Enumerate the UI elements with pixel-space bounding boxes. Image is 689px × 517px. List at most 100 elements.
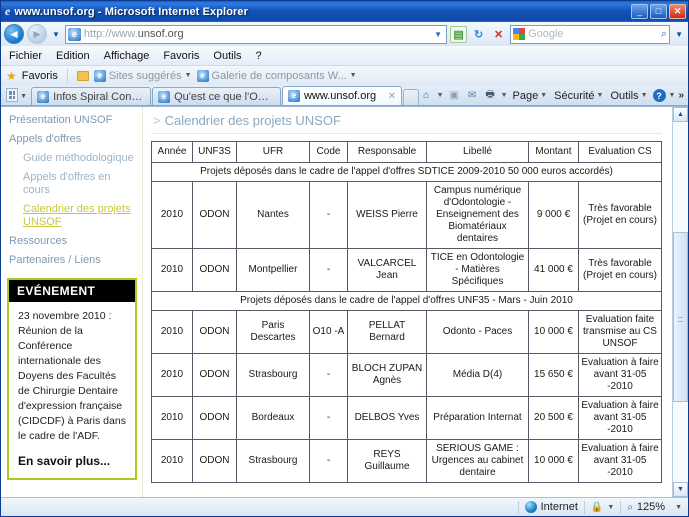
breadcrumb: > Calendrier des projets UNSOF (151, 111, 662, 134)
menu-favoris[interactable]: Favoris (163, 50, 199, 62)
protected-mode[interactable]: 🔒 ▼ (585, 498, 620, 516)
tab-occlusodo[interactable]: e Qu'est ce que l'OCCLUSODO... (152, 87, 281, 105)
forward-button[interactable]: ► (27, 24, 47, 44)
cell-montant: 10 000 € (528, 310, 579, 354)
zoom-control[interactable]: ⌕ 125% ▼ (621, 498, 688, 516)
sidebar-item-calendrier-des-projets-unsof[interactable]: Calendrier des projets UNSOF (7, 200, 142, 232)
address-dropdown-icon[interactable]: ▼ (434, 30, 444, 39)
cell-responsable: DELBOS Yves (347, 396, 427, 440)
page-viewport: Présentation UNSOF Appels d'offres Guide… (1, 106, 688, 497)
close-icon[interactable]: ✕ (388, 91, 396, 102)
cell-code: - (309, 248, 348, 292)
add-to-favorites-icon[interactable] (76, 70, 89, 81)
sidebar-item-appels-doffres-en-cours[interactable]: Appels d'offres en cours (7, 168, 142, 200)
refresh-icon[interactable]: ↻ (470, 26, 487, 43)
table-row: 2010 ODON Strasbourg - REYS Guillaume SE… (151, 439, 662, 483)
chevron-down-icon[interactable]: ▼ (607, 504, 614, 511)
tab-favicon-icon: e (158, 90, 171, 103)
cell-code: - (309, 181, 348, 249)
zoom-level-label: 125% (636, 501, 666, 513)
cell-annee: 2010 (151, 396, 193, 440)
sidebar-item-presentation-unsof[interactable]: Présentation UNSOF (7, 111, 142, 130)
chevron-down-icon[interactable]: ▼ (185, 72, 192, 79)
scrollbar-track[interactable] (673, 122, 688, 482)
help-icon[interactable]: ? (652, 89, 666, 102)
page-menu-label: Page (512, 89, 539, 102)
window-title: www.unsof.org - Microsoft Internet Explo… (14, 5, 249, 18)
favorite-galerie-composants[interactable]: e Galerie de composants W... ▼ (196, 69, 357, 82)
close-button[interactable]: ✕ (669, 4, 686, 19)
back-button[interactable]: ◄ (4, 24, 24, 44)
overflow-icon[interactable]: » (678, 90, 684, 101)
tab-label: www.unsof.org (303, 90, 377, 102)
history-dropdown-icon[interactable]: ▼ (50, 30, 62, 39)
cell-annee: 2010 (151, 181, 193, 249)
page-menu-button[interactable]: Page ▼ (511, 90, 550, 102)
sidebar-item-ressources[interactable]: Ressources (7, 232, 142, 251)
cell-unf3s: ODON (192, 248, 237, 292)
search-input[interactable]: Google (528, 28, 563, 40)
address-bar[interactable]: e http://www.unsof.org ▼ (64, 24, 448, 44)
tab-list-caret-icon[interactable]: ▼ (20, 93, 27, 100)
mail-icon[interactable]: ✉ (465, 88, 480, 103)
cell-ufr: Bordeaux (236, 396, 310, 440)
tab-infos-spiral-connect[interactable]: e Infos Spiral Connect (31, 87, 152, 105)
sidebar-item-partenaires-liens[interactable]: Partenaires / Liens (7, 251, 142, 270)
favorite-sites-suggeres[interactable]: e Sites suggérés ▼ (93, 69, 192, 82)
cell-libelle: TICE en Odontologie - Matières Spécifiqu… (426, 248, 529, 292)
chevron-down-icon[interactable]: ▼ (501, 92, 508, 99)
maximize-button[interactable]: □ (650, 4, 667, 19)
title-bar: e www.unsof.org - Microsoft Internet Exp… (1, 1, 688, 22)
scroll-up-button[interactable]: ▲ (673, 107, 688, 122)
cell-libelle: Campus numérique d'Odontologie - Enseign… (426, 181, 529, 249)
quick-tabs-icon[interactable] (6, 88, 19, 102)
search-provider-caret-icon[interactable]: ▼ (673, 30, 685, 39)
tools-menu-button[interactable]: Outils ▼ (608, 90, 649, 102)
table-row: 2010 ODON Nantes - WEISS Pierre Campus n… (151, 181, 662, 249)
compatibility-view-icon[interactable]: ▤ (450, 25, 468, 43)
address-input-value[interactable]: http://www.unsof.org (84, 28, 184, 40)
search-box[interactable]: Google ⌕ (510, 24, 671, 44)
search-icon[interactable]: ⌕ (661, 28, 667, 41)
vertical-scrollbar[interactable]: ▲ ▼ (672, 107, 688, 497)
home-icon[interactable]: ⌂ (419, 88, 434, 103)
favorites-button-label[interactable]: Favoris (22, 70, 58, 82)
cell-evaluation: Très favorable (Projet en cours) (578, 181, 662, 249)
security-zone[interactable]: Internet (519, 498, 584, 516)
stop-icon[interactable]: ✕ (490, 26, 507, 43)
chevron-down-icon[interactable]: ▼ (350, 72, 357, 79)
chevron-down-icon: ▼ (596, 92, 604, 99)
scrollbar-thumb[interactable] (673, 232, 688, 402)
tab-unsof-org[interactable]: e www.unsof.org ✕ (281, 86, 402, 105)
menu-outils[interactable]: Outils (213, 50, 241, 62)
scroll-down-button[interactable]: ▼ (673, 482, 688, 497)
table-row: 2010 ODON Strasbourg - BLOCH ZUPAN Agnès… (151, 353, 662, 397)
feeds-icon[interactable]: ▣ (447, 88, 462, 103)
url-domain: unsof.org (137, 28, 184, 40)
sidebar-item-appels-doffres[interactable]: Appels d'offres (7, 130, 142, 149)
cell-montant: 41 000 € (528, 248, 579, 292)
print-icon[interactable]: 🖶 (483, 88, 498, 103)
table-row: 2010 ODON Paris Descartes O10 -A PELLAT … (151, 310, 662, 354)
new-tab-button[interactable] (402, 89, 419, 105)
window-controls: _ □ ✕ (631, 4, 686, 19)
chevron-down-icon[interactable]: ▼ (675, 504, 682, 511)
cell-code: - (309, 396, 348, 440)
cell-annee: 2010 (151, 310, 193, 354)
cell-unf3s: ODON (192, 310, 237, 354)
chevron-down-icon[interactable]: ▼ (437, 92, 444, 99)
chevron-down-icon: ▼ (640, 92, 648, 99)
event-read-more-link[interactable]: En savoir plus... (18, 454, 126, 469)
chevron-down-icon[interactable]: ▼ (669, 92, 676, 99)
menu-edition[interactable]: Edition (56, 50, 90, 62)
cell-unf3s: ODON (192, 439, 237, 483)
menu-affichage[interactable]: Affichage (104, 50, 150, 62)
menu-fichier[interactable]: Fichier (9, 50, 42, 62)
security-menu-button[interactable]: Sécurité ▼ (552, 90, 605, 102)
cell-montant: 10 000 € (528, 439, 579, 483)
menu-help[interactable]: ? (256, 50, 262, 62)
cell-libelle: SERIOUS GAME : Urgences au cabinet denta… (426, 439, 529, 483)
cell-annee: 2010 (151, 248, 193, 292)
sidebar-item-guide-methodologique[interactable]: Guide méthodologique (7, 149, 142, 168)
minimize-button[interactable]: _ (631, 4, 648, 19)
